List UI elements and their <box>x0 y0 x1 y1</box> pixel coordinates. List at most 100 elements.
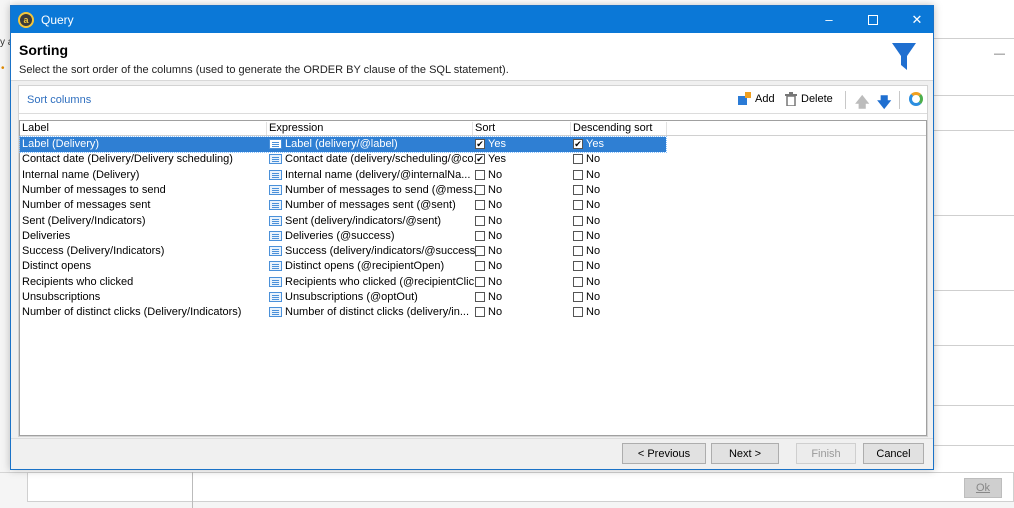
finish-button[interactable]: Finish <box>796 443 856 464</box>
cancel-button[interactable]: Cancel <box>863 443 924 464</box>
descending-sort-value: No <box>586 245 601 258</box>
table-row[interactable]: Deliveries Deliveries (@success) No No <box>20 229 666 244</box>
sort-value: No <box>488 260 503 273</box>
cell-expression: Number of messages to send (@mess... <box>269 184 477 196</box>
sort-checkbox[interactable] <box>475 184 485 195</box>
cell-expression: Label (delivery/@label) <box>269 138 477 150</box>
table-row[interactable]: Number of distinct clicks (Delivery/Indi… <box>20 305 666 320</box>
cell-sort: Yes <box>475 138 570 150</box>
cell-expression: Contact date (delivery/scheduling/@co... <box>269 153 477 165</box>
expression-text: Success (delivery/indicators/@success) <box>285 245 477 258</box>
cell-expression: Distinct opens (@recipientOpen) <box>269 260 477 272</box>
arrow-down-icon: 🡇 <box>877 94 892 110</box>
sort-checkbox[interactable] <box>475 169 485 180</box>
minimize-button[interactable]: – <box>807 6 851 33</box>
cell-descending-sort: No <box>573 230 663 242</box>
sort-checkbox[interactable] <box>475 307 485 318</box>
cell-expression: Recipients who clicked (@recipientClic..… <box>269 276 477 288</box>
table-row[interactable]: Unsubscriptions Unsubscriptions (@optOut)… <box>20 290 666 305</box>
column-header-label[interactable]: Label <box>20 122 267 135</box>
table-row[interactable]: Contact date (Delivery/Delivery scheduli… <box>20 152 666 167</box>
sort-checkbox[interactable] <box>475 230 485 241</box>
background-divider <box>934 38 1014 39</box>
cell-label: Label (Delivery) <box>22 138 100 150</box>
cell-sort: No <box>475 276 570 288</box>
descending-sort-checkbox[interactable] <box>573 230 583 241</box>
panel-title: Sort columns <box>27 94 92 106</box>
maximize-button[interactable] <box>851 6 895 33</box>
background-divider <box>934 130 1014 131</box>
sort-checkbox[interactable] <box>475 246 485 257</box>
move-down-button[interactable]: 🡇 <box>877 92 891 116</box>
descending-sort-checkbox[interactable] <box>573 276 583 287</box>
previous-button[interactable]: < Previous <box>622 443 706 464</box>
table-row[interactable]: Success (Delivery/Indicators) Success (de… <box>20 244 666 259</box>
add-icon <box>738 92 751 105</box>
funnel-icon <box>892 43 916 70</box>
expression-icon <box>269 292 282 302</box>
sort-value: No <box>488 245 503 258</box>
add-label: Add <box>755 93 775 105</box>
expression-text: Number of messages sent (@sent) <box>285 199 456 212</box>
cell-label: Contact date (Delivery/Delivery scheduli… <box>22 153 233 166</box>
cell-label: Unsubscriptions <box>22 291 101 303</box>
sort-checkbox[interactable] <box>475 215 485 226</box>
expression-icon <box>269 215 282 226</box>
add-button[interactable]: Add <box>737 92 775 106</box>
descending-sort-checkbox[interactable] <box>573 154 583 165</box>
cell-label: Number of distinct clicks (Delivery/Indi… <box>22 306 242 319</box>
sort-value: No <box>488 291 503 303</box>
descending-sort-checkbox[interactable] <box>573 200 583 211</box>
expression-text: Sent (delivery/indicators/@sent) <box>285 214 442 227</box>
descending-sort-checkbox[interactable] <box>573 184 583 195</box>
table-row[interactable]: Internal name (Delivery) Internal name (d… <box>20 168 666 183</box>
sort-checkbox[interactable] <box>475 139 485 149</box>
descending-sort-checkbox[interactable] <box>573 215 583 226</box>
sort-value: No <box>488 275 503 288</box>
cell-expression: Unsubscriptions (@optOut) <box>269 291 477 303</box>
descending-sort-checkbox[interactable] <box>573 292 583 302</box>
column-header-sort[interactable]: Sort <box>473 122 571 135</box>
cell-label: Success (Delivery/Indicators) <box>22 245 165 258</box>
sort-checkbox[interactable] <box>475 292 485 302</box>
column-header-expression[interactable]: Expression <box>267 122 473 135</box>
sort-checkbox[interactable] <box>475 200 485 211</box>
close-button[interactable]: ✕ <box>895 6 939 33</box>
descending-sort-checkbox[interactable] <box>573 307 583 318</box>
cell-sort: No <box>475 260 570 272</box>
sort-checkbox[interactable] <box>475 154 485 165</box>
descending-sort-value: No <box>586 275 601 288</box>
table-row[interactable]: Distinct opens Distinct opens (@recipient… <box>20 259 666 274</box>
title-bar[interactable]: a Query – ✕ <box>11 6 933 33</box>
table-row[interactable]: Sent (Delivery/Indicators) Sent (delivery… <box>20 214 666 229</box>
table-row[interactable]: Recipients who clicked Recipients who cli… <box>20 275 666 290</box>
sort-columns-grid[interactable]: Label Expression Sort Descending sort La… <box>19 120 927 436</box>
toolbar-separator <box>845 91 846 109</box>
table-row[interactable]: Label (Delivery) Label (delivery/@label) Y… <box>19 135 667 154</box>
move-up-button[interactable]: 🡅 <box>855 92 869 116</box>
cell-descending-sort: No <box>573 276 663 288</box>
background-bottom-panel <box>27 472 1014 502</box>
descending-sort-checkbox[interactable] <box>573 139 583 149</box>
previous-label: < Previous <box>637 447 691 460</box>
table-row[interactable]: Number of messages to send Number of mess… <box>20 183 666 198</box>
refresh-icon[interactable] <box>909 92 923 106</box>
cell-sort: No <box>475 230 570 242</box>
descending-sort-checkbox[interactable] <box>573 169 583 180</box>
table-row[interactable]: Number of messages sent Number of message… <box>20 198 666 213</box>
background-left-strip <box>0 0 10 508</box>
cell-descending-sort: No <box>573 260 663 272</box>
descending-sort-value: Yes <box>586 138 604 150</box>
delete-button[interactable]: Delete <box>785 92 833 106</box>
cell-expression: Success (delivery/indicators/@success) <box>269 245 477 257</box>
background-ok-button[interactable]: Ok <box>964 478 1002 498</box>
sort-checkbox[interactable] <box>475 276 485 287</box>
descending-sort-checkbox[interactable] <box>573 246 583 257</box>
descending-sort-checkbox[interactable] <box>573 261 583 272</box>
next-button[interactable]: Next > <box>711 443 779 464</box>
sort-value: Yes <box>488 153 506 166</box>
descending-sort-value: No <box>586 153 601 166</box>
sort-checkbox[interactable] <box>475 261 485 272</box>
column-header-descending-sort[interactable]: Descending sort <box>571 122 667 135</box>
trash-icon <box>785 92 797 106</box>
